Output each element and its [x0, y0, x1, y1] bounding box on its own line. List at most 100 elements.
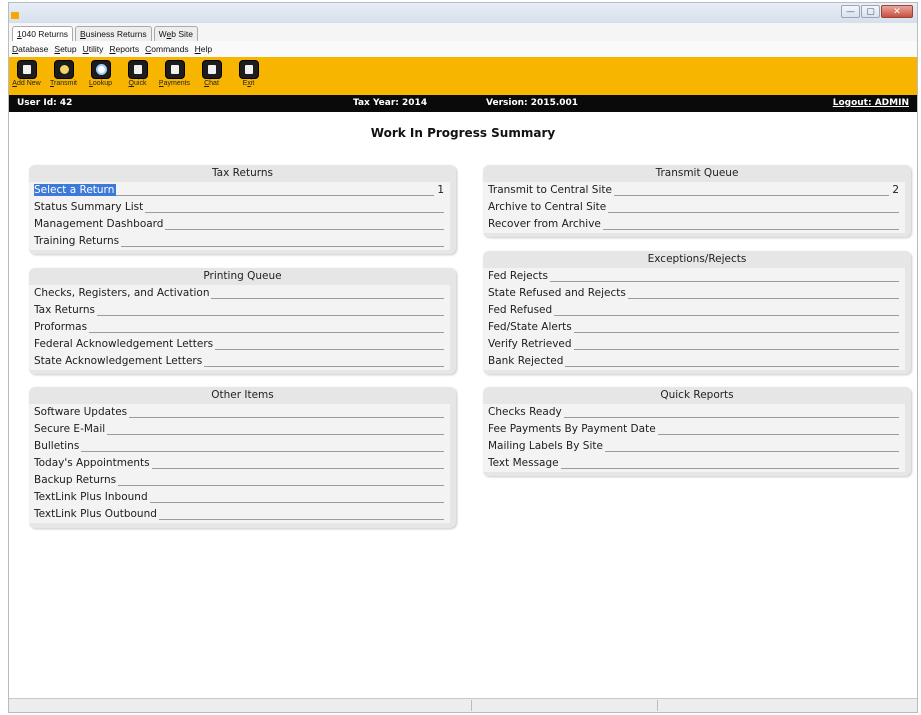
list-item-archive-central-site[interactable]: Archive to Central Site [483, 199, 905, 216]
panel-title: Printing Queue [203, 270, 282, 282]
tool-label: Chat [204, 80, 219, 87]
tool-label-rest: it [250, 80, 255, 87]
transmit-button[interactable]: Transmit [47, 57, 80, 87]
list-item-checks-ready[interactable]: Checks Ready [483, 404, 905, 421]
list-item-recover-from-archive[interactable]: Recover from Archive [483, 216, 905, 233]
list-item-state-refused-rejects[interactable]: State Refused and Rejects [483, 285, 905, 302]
list-item-mailing-labels[interactable]: Mailing Labels By Site [483, 438, 905, 455]
version-label: Version: 2015.001 [486, 98, 579, 108]
exit-icon [238, 60, 259, 79]
row-count: 2 [889, 182, 899, 199]
chat-button[interactable]: Chat [195, 57, 228, 87]
list-item-textlink-inbound[interactable]: TextLink Plus Inbound [29, 489, 450, 506]
row-label: Secure E-Mail [34, 423, 108, 435]
list-item-bank-rejected[interactable]: Bank Rejected [483, 353, 905, 370]
row-label: Bank Rejected [488, 355, 566, 367]
list-item-secure-email[interactable]: Secure E-Mail [29, 421, 450, 438]
tool-label: Add New [12, 80, 40, 87]
list-item-select-a-return[interactable]: Select a Return 1 [29, 182, 450, 199]
lookup-button[interactable]: Lookup [84, 57, 117, 87]
list-item-fee-payments[interactable]: Fee Payments By Payment Date [483, 421, 905, 438]
tool-label: Exit [243, 80, 255, 87]
list-item-tax-returns[interactable]: Tax Returns [29, 302, 450, 319]
menu-label: atabase [18, 44, 49, 54]
panel-exceptions-rejects: Exceptions/Rejects Fed Rejects State Ref… [483, 251, 911, 374]
row-label: Archive to Central Site [488, 201, 609, 213]
row-label: Select a Return [34, 184, 117, 196]
row-label: Proformas [34, 321, 90, 333]
list-item-textlink-outbound[interactable]: TextLink Plus Outbound [29, 506, 450, 523]
payments-icon [164, 60, 185, 79]
menu-label: elp [200, 44, 213, 54]
row-label: State Acknowledgement Letters [34, 355, 205, 367]
row-label: Checks, Registers, and Activation [34, 287, 212, 299]
tool-label-rest: hat [209, 80, 219, 87]
list-item-fed-refused[interactable]: Fed Refused [483, 302, 905, 319]
row-label: Transmit to Central Site [488, 184, 614, 196]
list-item-text-message[interactable]: Text Message [483, 455, 905, 472]
panel-tax-returns: Tax Returns Select a Return 1 Status Summ… [29, 165, 456, 254]
panel-transmit-queue: Transmit Queue Transmit to Central Site 2… [483, 165, 911, 237]
row-label: Backup Returns [34, 474, 119, 486]
title-bar: — ▢ ✕ [9, 3, 917, 24]
add-new-button[interactable]: Add New [10, 57, 43, 87]
row-label: Today's Appointments [34, 457, 152, 469]
tab-label-pre: W [158, 29, 167, 39]
list-item-federal-ack-letters[interactable]: Federal Acknowledgement Letters [29, 336, 450, 353]
panel-title: Quick Reports [660, 389, 734, 401]
row-label: Management Dashboard [34, 218, 166, 230]
row-label: Verify Retrieved [488, 338, 574, 350]
tab-label: 040 Returns [21, 29, 69, 39]
chat-icon [201, 60, 222, 79]
row-label: Status Summary List [34, 201, 146, 213]
panel-other-items: Other Items Software Updates Secure E-Ma… [29, 387, 456, 528]
list-item-fed-state-alerts[interactable]: Fed/State Alerts [483, 319, 905, 336]
tool-label-rest: uick [134, 80, 147, 87]
list-item-software-updates[interactable]: Software Updates [29, 404, 450, 421]
list-item-verify-retrieved[interactable]: Verify Retrieved [483, 336, 905, 353]
minimize-button[interactable]: — [841, 5, 860, 18]
row-leader [34, 332, 444, 333]
list-item-management-dashboard[interactable]: Management Dashboard [29, 216, 450, 233]
menu-help[interactable]: Help [195, 44, 212, 54]
panel-title: Tax Returns [212, 167, 273, 179]
payments-button[interactable]: Payments [158, 57, 191, 87]
tab-1040-returns[interactable]: 1040 Returns [12, 26, 74, 41]
panel-title: Exceptions/Rejects [647, 253, 747, 265]
menu-reports[interactable]: Reports [109, 44, 139, 54]
list-item-backup-returns[interactable]: Backup Returns [29, 472, 450, 489]
logout-link[interactable]: Logout: ADMIN [833, 98, 909, 108]
row-label: Fed Refused [488, 304, 555, 316]
list-item-todays-appointments[interactable]: Today's Appointments [29, 455, 450, 472]
menu-database[interactable]: Database [12, 44, 48, 54]
menu-commands[interactable]: Commands [145, 44, 188, 54]
quick-button[interactable]: Quick [121, 57, 154, 87]
row-leader [34, 451, 444, 452]
menu-setup[interactable]: Setup [54, 44, 76, 54]
row-label: Software Updates [34, 406, 130, 418]
list-item-training-returns[interactable]: Training Returns [29, 233, 450, 250]
exit-button[interactable]: Exit [232, 57, 265, 87]
close-button[interactable]: ✕ [881, 5, 913, 18]
tab-web-site[interactable]: Web Site [153, 26, 199, 41]
list-item-bulletins[interactable]: Bulletins [29, 438, 450, 455]
row-label: Tax Returns [34, 304, 97, 316]
toolbar: Add New Transmit Lookup Quick Payments C… [9, 57, 917, 95]
panel-title: Other Items [211, 389, 274, 401]
list-item-proformas[interactable]: Proformas [29, 319, 450, 336]
list-item-status-summary-list[interactable]: Status Summary List [29, 199, 450, 216]
menu-utility[interactable]: Utility [83, 44, 104, 54]
tool-label-rest: ookup [92, 80, 112, 87]
menu-label: eports [115, 44, 140, 54]
module-tabs: 1040 Returns Business Returns Web Site [9, 23, 917, 41]
list-item-transmit-central-site[interactable]: Transmit to Central Site 2 [483, 182, 905, 199]
maximize-button[interactable]: ▢ [861, 5, 880, 18]
menu-label: tility [88, 44, 104, 54]
row-label: Fee Payments By Payment Date [488, 423, 658, 435]
tab-business-returns[interactable]: Business Returns [75, 26, 152, 41]
panel-title: Transmit Queue [655, 167, 739, 179]
list-item-state-ack-letters[interactable]: State Acknowledgement Letters [29, 353, 450, 370]
row-label: TextLink Plus Outbound [34, 508, 159, 520]
list-item-fed-rejects[interactable]: Fed Rejects [483, 268, 905, 285]
list-item-checks-registers-activation[interactable]: Checks, Registers, and Activation [29, 285, 450, 302]
